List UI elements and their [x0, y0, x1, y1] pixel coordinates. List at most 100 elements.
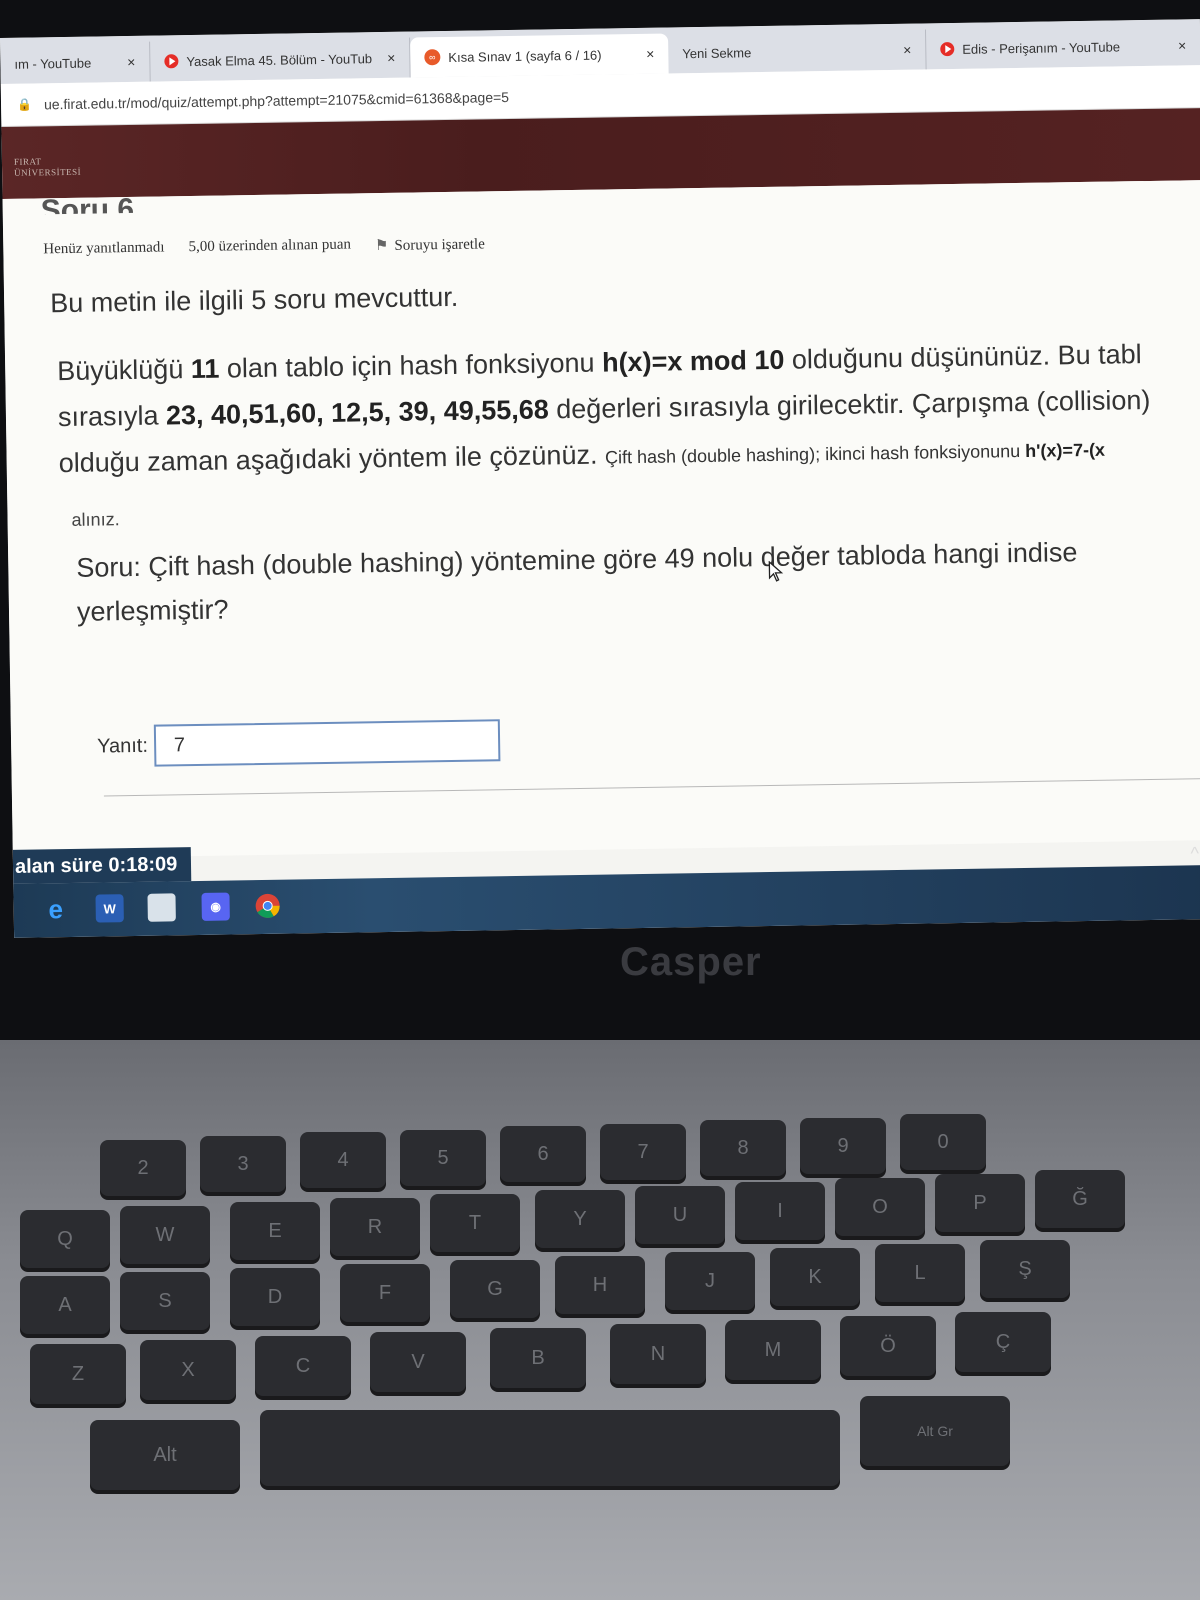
key-altgr[interactable]: Alt Gr [860, 1396, 1010, 1466]
key-alt[interactable]: Alt [90, 1420, 240, 1490]
key-m[interactable]: M [725, 1320, 821, 1380]
answer-label: Yanıt: [96, 734, 149, 758]
edge-icon[interactable]: e [41, 894, 69, 924]
laptop-screen: ım - YouTube × Yasak Elma 45. Bölüm - Yo… [0, 19, 1200, 938]
notes-icon[interactable] [147, 893, 176, 922]
key-u[interactable]: U [635, 1186, 725, 1244]
question-prompt: Soru: Çift hash (double hashing) yöntemi… [76, 537, 1078, 627]
key-b[interactable]: B [490, 1328, 586, 1388]
key-4[interactable]: 4 [300, 1132, 386, 1188]
close-icon[interactable]: × [1166, 37, 1186, 53]
text-bold: h'(x)=7-(x [1025, 439, 1106, 461]
key-j[interactable]: J [665, 1252, 755, 1310]
flag-icon: ⚑ [374, 237, 389, 255]
key-c-cedilla[interactable]: Ç [955, 1312, 1051, 1372]
key-8[interactable]: 8 [700, 1120, 786, 1176]
key-9[interactable]: 9 [800, 1118, 886, 1174]
tab-label: Yeni Sekme [682, 44, 752, 61]
key-q[interactable]: Q [20, 1210, 110, 1268]
tab-label: Edis - Perişanım - YouTube [962, 38, 1121, 57]
timer-badge: alan süre 0:18:09 [12, 847, 192, 884]
key-space[interactable] [260, 1410, 840, 1486]
key-s-cedilla[interactable]: Ş [980, 1240, 1070, 1298]
question-content: Soru 6 Henüz yanıtlanmadı 5,00 üzerinden… [2, 180, 1200, 859]
quiz-icon: ∞ [424, 49, 441, 66]
text-span: değerleri sırasıyla girilecektir. Çarpış… [548, 384, 1151, 425]
problem-text: Büyüklüğü 11 olan tablo için hash fonksi… [57, 330, 1200, 490]
key-o-umlaut[interactable]: Ö [840, 1316, 936, 1376]
key-x[interactable]: X [140, 1340, 236, 1400]
key-f[interactable]: F [340, 1264, 430, 1322]
timer-value: 0:18:09 [108, 853, 178, 877]
divider [103, 777, 1200, 797]
close-icon[interactable]: × [891, 42, 911, 58]
tab-quiz[interactable]: ∞ Kısa Sınav 1 (sayfa 6 / 16) × [410, 33, 669, 78]
text-bold: 23, 40,51,60, 12,5, 39, 49,55,68 [165, 394, 549, 431]
key-s[interactable]: S [120, 1272, 210, 1330]
key-y[interactable]: Y [535, 1190, 625, 1248]
tab-new[interactable]: Yeni Sekme × [668, 29, 927, 74]
chrome-logo [255, 893, 280, 918]
key-a[interactable]: A [20, 1276, 110, 1334]
word-icon[interactable]: W [95, 894, 124, 923]
mouse-cursor-icon [768, 560, 784, 582]
university-logo[interactable]: FIRAT ÜNİVERSİTESİ [14, 156, 81, 179]
close-icon[interactable]: × [634, 46, 654, 62]
laptop-brand: Casper [620, 940, 762, 984]
key-p[interactable]: P [935, 1174, 1025, 1232]
youtube-icon [164, 54, 179, 69]
close-icon[interactable]: × [115, 54, 135, 70]
answer-row: Yanıt: [96, 719, 501, 767]
tab-youtube-1[interactable]: ım - YouTube × [0, 41, 151, 84]
key-5[interactable]: 5 [400, 1130, 486, 1186]
intro-text: Bu metin ile ilgili 5 soru mevcuttur. [49, 281, 459, 319]
text-bold: 11 [190, 353, 220, 385]
text-span: olduğu zaman aşağıdaki yöntem ile çözünü… [58, 439, 606, 479]
key-3[interactable]: 3 [200, 1136, 286, 1192]
key-0[interactable]: 0 [900, 1114, 986, 1170]
lock-icon: 🔒 [16, 97, 33, 112]
aliniz-text: alınız. [71, 509, 120, 530]
flag-question-link[interactable]: ⚑ Soruyu işaretle [375, 234, 485, 255]
key-w[interactable]: W [120, 1206, 210, 1264]
points-text: 5,00 üzerinden alınan puan [188, 236, 352, 256]
key-o[interactable]: O [835, 1178, 925, 1236]
key-h[interactable]: H [555, 1256, 645, 1314]
discord-icon[interactable]: ◉ [201, 892, 230, 921]
text-span: olan tablo için hash fonksiyonu [219, 347, 603, 384]
tab-label: Yasak Elma 45. Bölüm - YouTub [186, 50, 373, 69]
tab-label: ım - YouTube [14, 55, 92, 72]
question-meta: Henüz yanıtlanmadı 5,00 üzerinden alınan… [43, 234, 485, 260]
key-g[interactable]: G [450, 1260, 540, 1318]
key-c[interactable]: C [255, 1336, 351, 1396]
text-span: Büyüklüğü [57, 354, 192, 387]
tab-edis[interactable]: Edis - Perişanım - YouTube × [926, 25, 1200, 69]
key-t[interactable]: T [430, 1194, 520, 1252]
chrome-icon[interactable] [253, 892, 281, 920]
key-d[interactable]: D [230, 1268, 320, 1326]
key-z[interactable]: Z [30, 1344, 126, 1404]
key-e[interactable]: E [230, 1202, 320, 1260]
url-text[interactable]: ue.firat.edu.tr/mod/quiz/attempt.php?att… [44, 89, 509, 112]
tab-yasak-elma[interactable]: Yasak Elma 45. Bölüm - YouTub × [150, 37, 411, 82]
key-7[interactable]: 7 [600, 1124, 686, 1180]
close-icon[interactable]: × [375, 50, 395, 66]
key-2[interactable]: 2 [100, 1140, 186, 1196]
key-k[interactable]: K [770, 1248, 860, 1306]
youtube-icon [940, 42, 955, 57]
flag-label: Soruyu işaretle [394, 236, 485, 254]
key-r[interactable]: R [330, 1198, 420, 1256]
logo-line: ÜNİVERSİTESİ [14, 166, 82, 178]
keyboard: 2 3 4 5 6 7 8 9 0 Q W E R T Y U I O P Ğ … [0, 1040, 1200, 1600]
text-span: sırasıyla [57, 400, 167, 433]
timer-label: alan süre [14, 854, 109, 878]
key-l[interactable]: L [875, 1244, 965, 1302]
key-g-breve[interactable]: Ğ [1035, 1170, 1125, 1228]
chevron-up-icon[interactable]: ^ [1190, 843, 1199, 864]
key-n[interactable]: N [610, 1324, 706, 1384]
key-i[interactable]: I [735, 1182, 825, 1240]
answer-input[interactable] [153, 719, 501, 767]
tab-label: Kısa Sınav 1 (sayfa 6 / 16) [448, 47, 602, 65]
key-v[interactable]: V [370, 1332, 466, 1392]
key-6[interactable]: 6 [500, 1126, 586, 1182]
